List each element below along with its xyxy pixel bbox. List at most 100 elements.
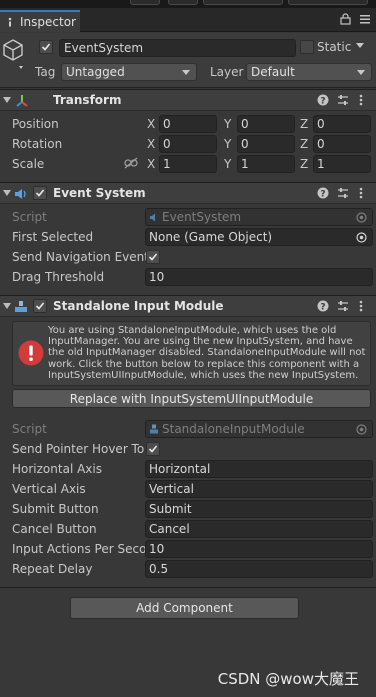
link-scale-icon[interactable] (124, 157, 138, 172)
tab-bar: Inspector (0, 8, 376, 32)
watermark: CSDN @wow大魔王 (217, 670, 359, 688)
static-checkbox[interactable] (300, 40, 314, 54)
toolbar-dropdown[interactable] (203, 0, 283, 5)
horizontal-axis-label: Horizontal Axis (12, 462, 102, 476)
vertical-axis-label: Vertical Axis (12, 482, 86, 496)
warning-message: You are using StandaloneInputModule, whi… (48, 325, 366, 381)
preset-icon[interactable] (337, 300, 349, 315)
rotation-label: Rotation (12, 137, 63, 151)
checkmark-icon (148, 445, 158, 453)
cancel-button-field[interactable]: Cancel (145, 520, 373, 538)
script-icon (149, 424, 159, 435)
scale-y-field[interactable]: 1 (237, 155, 295, 173)
more-icon[interactable] (359, 187, 363, 202)
axis-z-label: Z (300, 117, 309, 131)
script-field: EventSystem (145, 208, 373, 226)
event-system-enabled-checkbox[interactable] (33, 186, 47, 200)
toolbar-button[interactable] (130, 0, 160, 5)
event-system-title: Event System (53, 186, 146, 200)
first-selected-label: First Selected (12, 230, 94, 244)
script-value: EventSystem (162, 210, 242, 224)
input-actions-field[interactable]: 10 (145, 540, 373, 558)
foldout-arrow-icon[interactable] (3, 303, 11, 309)
object-picker-icon[interactable] (356, 232, 367, 245)
standalone-title: Standalone Input Module (53, 299, 224, 313)
menu-icon[interactable] (360, 13, 370, 28)
object-picker-icon[interactable] (356, 424, 367, 437)
scale-x-field[interactable]: 1 (159, 155, 217, 173)
axis-x-label: X (147, 157, 156, 171)
layer-value: Default (251, 65, 295, 79)
lock-icon[interactable] (340, 13, 351, 28)
standalone-input-module-header[interactable]: Standalone Input Module ? (0, 295, 376, 317)
position-label: Position (12, 117, 59, 131)
object-picker-icon[interactable] (356, 212, 367, 225)
axis-x-label: X (147, 137, 156, 151)
drag-threshold-label: Drag Threshold (12, 270, 105, 284)
send-navigation-label: Send Navigation Events (12, 250, 146, 264)
transform-header[interactable]: Transform ? (0, 89, 376, 111)
standalone-enabled-checkbox[interactable] (33, 299, 47, 313)
tag-dropdown[interactable]: Untagged (61, 63, 197, 81)
rotation-y-field[interactable]: 0 (237, 135, 295, 153)
gameobject-name-field[interactable]: EventSystem (59, 39, 296, 57)
submit-button-field[interactable]: Submit (145, 500, 373, 518)
script-value: StandaloneInputModule (162, 422, 305, 436)
svg-text:?: ? (320, 97, 325, 107)
tab-label: Inspector (20, 15, 76, 29)
foldout-arrow-icon[interactable] (3, 97, 11, 103)
send-pointer-hover-label: Send Pointer Hover To P (12, 442, 146, 456)
rotation-x-field[interactable]: 0 (159, 135, 217, 153)
first-selected-value: None (Game Object) (149, 230, 273, 244)
preset-icon[interactable] (337, 187, 349, 202)
vertical-axis-field[interactable]: Vertical (145, 480, 373, 498)
gameobject-cube-icon[interactable] (2, 38, 28, 75)
tab-inspector[interactable]: Inspector (0, 10, 80, 32)
help-icon[interactable]: ? (317, 187, 329, 202)
more-icon[interactable] (359, 300, 363, 315)
axis-y-label: Y (224, 137, 232, 151)
script-label: Script (12, 210, 47, 224)
position-x-field[interactable]: 0 (159, 115, 217, 133)
add-component-button[interactable]: Add Component (70, 597, 299, 619)
preset-icon[interactable] (337, 94, 349, 109)
repeat-delay-field[interactable]: 0.5 (145, 560, 373, 578)
input-module-icon (14, 300, 28, 317)
static-label: Static (317, 40, 352, 54)
static-dropdown-arrow[interactable] (356, 43, 364, 48)
replace-module-button[interactable]: Replace with InputSystemUIInputModule (12, 389, 371, 408)
toolbar-dropdown[interactable] (288, 0, 368, 5)
script-label: Script (12, 422, 47, 436)
more-icon[interactable] (359, 94, 363, 109)
drag-threshold-field[interactable]: 10 (145, 268, 373, 286)
axis-z-label: Z (300, 137, 309, 151)
help-icon[interactable]: ? (317, 94, 329, 109)
first-selected-field[interactable]: None (Game Object) (145, 228, 373, 246)
foldout-arrow-icon[interactable] (3, 190, 11, 196)
checkmark-icon (35, 189, 45, 197)
help-icon[interactable]: ? (317, 300, 329, 315)
toolbar-button[interactable] (168, 0, 198, 5)
horizontal-axis-field[interactable]: Horizontal (145, 460, 373, 478)
layer-label: Layer (210, 65, 244, 79)
warning-helpbox: You are using StandaloneInputModule, whi… (12, 321, 371, 386)
position-z-field[interactable]: 0 (313, 115, 371, 133)
chevron-down-icon (182, 70, 190, 75)
axis-z-label: Z (300, 157, 309, 171)
transform-icon (15, 94, 29, 111)
axis-y-label: Y (224, 157, 232, 171)
inspector-icon (4, 16, 16, 28)
layer-dropdown[interactable]: Default (246, 63, 372, 81)
error-icon (18, 340, 44, 369)
position-y-field[interactable]: 0 (237, 115, 295, 133)
event-system-header[interactable]: Event System ? (0, 182, 376, 204)
send-navigation-checkbox[interactable] (146, 250, 160, 264)
rotation-z-field[interactable]: 0 (313, 135, 371, 153)
active-checkbox[interactable] (39, 40, 53, 54)
scale-z-field[interactable]: 1 (313, 155, 371, 173)
divider (0, 587, 376, 588)
chevron-down-icon (357, 70, 365, 75)
send-pointer-hover-checkbox[interactable] (146, 442, 160, 456)
transform-title: Transform (53, 93, 122, 107)
script-field: StandaloneInputModule (145, 420, 373, 438)
